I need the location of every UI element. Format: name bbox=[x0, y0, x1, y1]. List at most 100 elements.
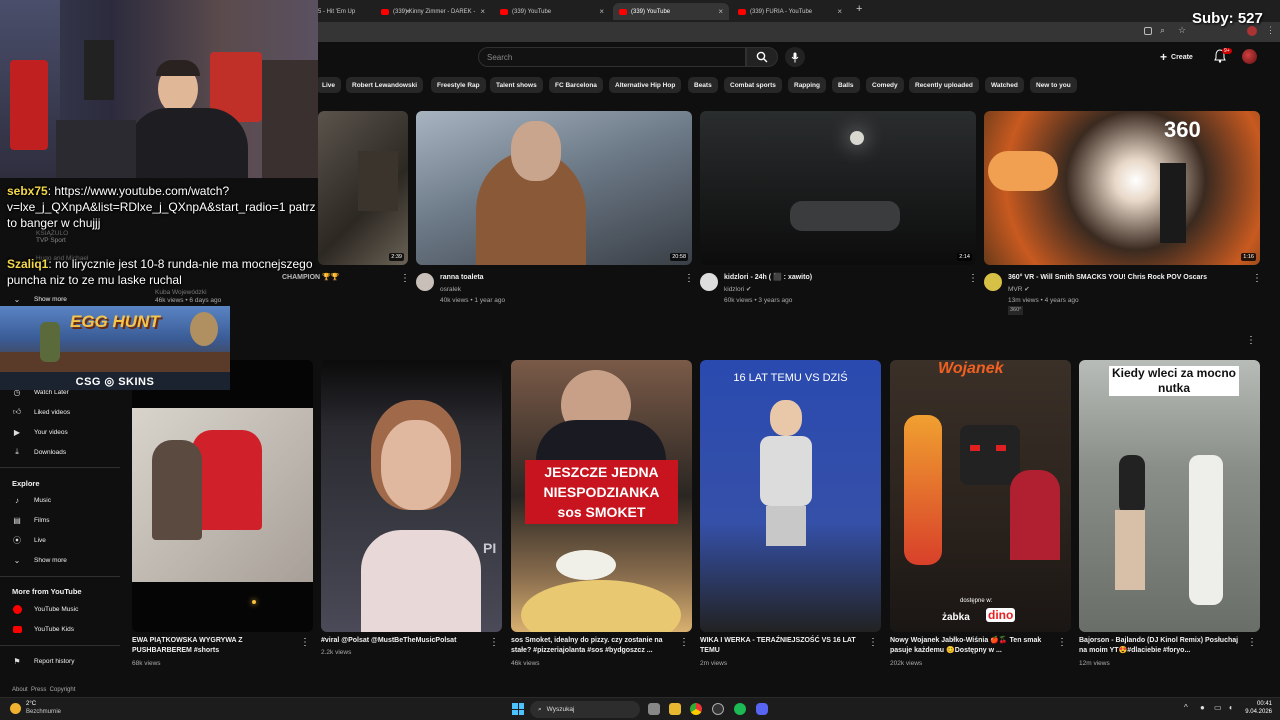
channel-name[interactable]: osralek bbox=[440, 284, 461, 295]
sidebar-item-report-history[interactable]: ⚑ Report history bbox=[12, 655, 74, 667]
video-thumbnail[interactable]: 360 1:16 bbox=[984, 111, 1260, 265]
short-title[interactable]: EWA PIĄTKOWSKA WYGRYWA Z PUSHBARBEREM #s… bbox=[132, 636, 292, 656]
channel-avatar[interactable] bbox=[700, 273, 718, 291]
star-icon[interactable]: ☆ bbox=[1178, 25, 1186, 36]
chip[interactable]: Alternative Hip Hop bbox=[609, 77, 682, 93]
browser-tab[interactable]: (339) FURIA - YouTube × bbox=[732, 3, 848, 20]
profile-icon[interactable] bbox=[1247, 26, 1257, 36]
chip[interactable]: Comedy bbox=[866, 77, 904, 93]
browser-tab-active[interactable]: (339) YouTube × bbox=[613, 3, 729, 20]
short-title[interactable]: WIKA I WERKA - TERAŹNIEJSZOŚĆ VS 16 LAT … bbox=[700, 636, 860, 656]
close-tab-icon[interactable]: × bbox=[599, 7, 604, 16]
more-options-icon[interactable]: ⋮ bbox=[300, 637, 310, 648]
search-input[interactable]: Search bbox=[478, 47, 746, 67]
video-thumbnail[interactable]: 2:39 bbox=[318, 111, 408, 265]
browser-tab[interactable]: (339) YouTube × bbox=[494, 3, 610, 20]
more-options-icon[interactable]: ⋮ bbox=[400, 273, 410, 284]
subscription-item[interactable]: TVP Sport bbox=[36, 235, 66, 246]
chip[interactable]: Balls bbox=[832, 77, 860, 93]
more-options-icon[interactable]: ⋮ bbox=[1057, 637, 1067, 648]
obs-icon[interactable] bbox=[712, 703, 724, 715]
sidebar-item-youtube-kids[interactable]: YouTube Kids bbox=[12, 623, 74, 635]
chip-live[interactable]: Live bbox=[316, 77, 342, 93]
channel-name[interactable]: MVR ✔ bbox=[1008, 284, 1030, 295]
more-options-icon[interactable]: ⋮ bbox=[1247, 637, 1257, 648]
start-button[interactable] bbox=[512, 703, 524, 715]
menu-icon[interactable]: ⋮ bbox=[1266, 25, 1275, 36]
short-thumbnail[interactable] bbox=[132, 360, 313, 632]
browser-tab[interactable]: (339) Kinny Zimmer - DAREK - × bbox=[375, 3, 491, 20]
short-thumbnail[interactable]: 16 LAT TEMU VS DZIŚ bbox=[700, 360, 881, 632]
more-options-icon[interactable]: ⋮ bbox=[679, 637, 689, 648]
video-thumbnail[interactable]: 20:58 bbox=[416, 111, 692, 265]
close-tab-icon[interactable]: × bbox=[718, 7, 723, 16]
clock-date[interactable]: 9.04.2026 bbox=[1238, 709, 1272, 715]
more-options-icon[interactable]: ⋮ bbox=[1252, 273, 1262, 284]
sidebar-show-more[interactable]: ⌄ Show more bbox=[12, 293, 67, 305]
close-tab-icon[interactable]: × bbox=[480, 7, 485, 16]
search-button[interactable] bbox=[746, 47, 778, 67]
create-button[interactable]: + Create bbox=[1160, 49, 1193, 65]
short-title[interactable]: Bajorson - Bajlando (DJ Kinol Remix) Pos… bbox=[1079, 636, 1244, 656]
short-views: 2.2k views bbox=[321, 649, 352, 656]
channel-avatar[interactable] bbox=[984, 273, 1002, 291]
chip[interactable]: Watched bbox=[985, 77, 1024, 93]
notification-badge: 9+ bbox=[1222, 48, 1232, 54]
close-tab-icon[interactable]: × bbox=[837, 7, 842, 16]
new-tab-button[interactable]: + bbox=[856, 3, 862, 15]
chip[interactable]: Robert Lewandowski bbox=[346, 77, 424, 93]
channel-avatar[interactable] bbox=[416, 273, 434, 291]
microphone-tray-icon[interactable]: ● bbox=[1200, 703, 1205, 712]
channel-name[interactable]: kidzlori ✔ bbox=[724, 284, 751, 295]
more-options-icon[interactable]: ⋮ bbox=[868, 637, 878, 648]
chrome-icon[interactable] bbox=[690, 703, 702, 715]
short-thumbnail[interactable]: Kiedy wleci za mocno nutka bbox=[1079, 360, 1260, 632]
chip[interactable]: FC Barcelona bbox=[549, 77, 603, 93]
video-thumbnail[interactable]: 2:14 bbox=[700, 111, 976, 265]
more-options-icon[interactable]: ⋮ bbox=[684, 273, 694, 284]
zoom-icon[interactable]: ⌕ bbox=[1160, 25, 1165, 36]
sidebar-footer-links[interactable]: About Press Copyright bbox=[12, 685, 75, 696]
chip[interactable]: Recently uploaded bbox=[909, 77, 979, 93]
discord-icon[interactable] bbox=[756, 703, 768, 715]
weather-desc[interactable]: Bezchmurnie bbox=[26, 709, 61, 715]
sidebar-item-films[interactable]: ▤ Films bbox=[12, 514, 49, 526]
weather-temp[interactable]: 2°C bbox=[26, 701, 36, 707]
sidebar-item-music[interactable]: ♪ Music bbox=[12, 494, 51, 506]
short-title[interactable]: sos Smoket, idealny do pizzy. czy zostan… bbox=[511, 636, 676, 656]
video-title[interactable]: ranna toaleta bbox=[440, 273, 484, 283]
volume-icon[interactable]: ◖ bbox=[1228, 703, 1233, 712]
video-title[interactable]: 360° VR - Will Smith SMACKS YOU! Chris R… bbox=[1008, 273, 1207, 283]
sidebar-item-youtube-music[interactable]: YouTube Music bbox=[12, 603, 78, 615]
extension-icon[interactable] bbox=[1144, 27, 1152, 35]
file-explorer-icon[interactable] bbox=[669, 703, 681, 715]
more-options-icon[interactable]: ⋮ bbox=[968, 273, 978, 284]
short-title[interactable]: Nowy Wojanek Jabłko-Wiśnia 🍎🍒 Ten smak p… bbox=[890, 636, 1050, 656]
voice-search-button[interactable] bbox=[785, 47, 805, 67]
clock-time[interactable]: 00:41 bbox=[1244, 701, 1272, 707]
taskbar-search[interactable]: ⌕ Wyszukaj bbox=[530, 701, 640, 718]
chip[interactable]: Combat sports bbox=[724, 77, 782, 93]
shorts-more-options-icon[interactable]: ⋮ bbox=[1246, 335, 1256, 346]
sidebar-item-downloads[interactable]: ⤓ Downloads bbox=[12, 446, 66, 458]
short-thumbnail[interactable]: PI bbox=[321, 360, 502, 632]
sidebar-show-more[interactable]: ⌄ Show more bbox=[12, 554, 67, 566]
chip[interactable]: Beats bbox=[688, 77, 718, 93]
chip[interactable]: Rapping bbox=[788, 77, 826, 93]
chip[interactable]: Freestyle Rap bbox=[431, 77, 486, 93]
chip[interactable]: New to you bbox=[1030, 77, 1077, 93]
chip[interactable]: Talent shows bbox=[490, 77, 543, 93]
more-options-icon[interactable]: ⋮ bbox=[489, 637, 499, 648]
sidebar-item-liked-videos[interactable]: 👍︎ Liked videos bbox=[12, 406, 70, 418]
short-title[interactable]: #viral @Polsat @MustBeTheMusicPolsat bbox=[321, 636, 486, 646]
short-thumbnail[interactable]: JESZCZE JEDNA NIESPODZIANKA sos SMOKET bbox=[511, 360, 692, 632]
video-title[interactable]: kidzlori - 24h ( ⬛ : xawito) bbox=[724, 273, 812, 283]
task-view-icon[interactable] bbox=[648, 703, 660, 715]
short-thumbnail[interactable]: Wojanek dostępne w: żabka dino bbox=[890, 360, 1071, 632]
sidebar-item-live[interactable]: ⦿ Live bbox=[12, 534, 46, 546]
sidebar-item-your-videos[interactable]: ▶ Your videos bbox=[12, 426, 68, 438]
spotify-icon[interactable] bbox=[734, 703, 746, 715]
account-avatar[interactable] bbox=[1242, 49, 1257, 64]
tray-chevron-icon[interactable]: ^ bbox=[1184, 703, 1188, 712]
network-icon[interactable]: ▭ bbox=[1214, 703, 1222, 712]
